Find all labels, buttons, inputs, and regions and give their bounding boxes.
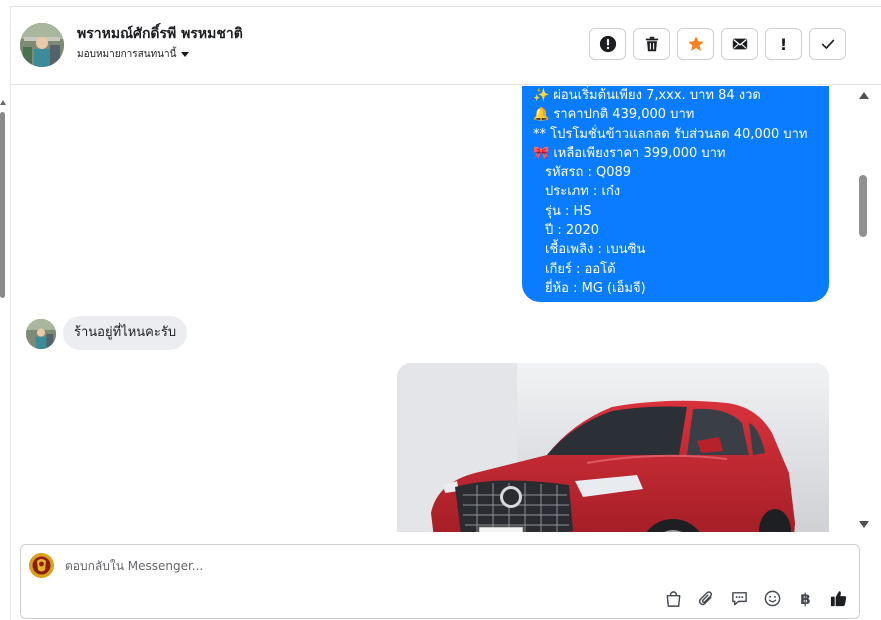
scrollbar-thumb[interactable]: [859, 175, 867, 237]
shop-button[interactable]: [663, 588, 684, 609]
car-photo: [397, 363, 829, 532]
message-line: ✨ ผ่อนเริ่มต้นเพียง 7,xxx. บาท 84 งวด: [533, 88, 761, 103]
delete-button[interactable]: [633, 28, 670, 60]
bag-icon: [666, 591, 681, 607]
spam-button[interactable]: [589, 28, 626, 60]
reply-composer: ฿: [20, 544, 860, 619]
saved-replies-icon: [732, 592, 747, 606]
assign-conversation-dropdown[interactable]: มอบหมายการสนทนานี้: [77, 47, 190, 62]
message-line: ** โปรโมชั่นข้าวแลกลด รับส่วนลด 40,000 บ…: [533, 126, 808, 142]
contact-name: พราหมณ์ศักดิ์รพี พรหมชาติ: [77, 26, 243, 42]
baht-icon: ฿: [800, 589, 811, 608]
message-line: เกียร์ : ออโต้: [545, 261, 616, 277]
envelope-icon: [732, 38, 747, 50]
page-avatar: [29, 553, 54, 578]
payment-button[interactable]: ฿: [795, 588, 816, 609]
attach-button[interactable]: [696, 588, 717, 609]
conversation-header: พราหมณ์ศักดิ์รพี พรหมชาติ มอบหมายการสนทน…: [11, 7, 881, 85]
scroll-up-arrow-icon[interactable]: [0, 100, 6, 105]
saved-replies-button[interactable]: [729, 588, 750, 609]
reply-input[interactable]: [65, 555, 625, 577]
like-button[interactable]: [828, 588, 849, 609]
exclamation-icon: !: [779, 34, 788, 54]
incoming-message-bubble[interactable]: ร้านอยู่ที่ไหนคะรับ: [63, 316, 188, 350]
conversation-scrollbar[interactable]: [857, 86, 871, 532]
conversation-actions: !: [589, 28, 846, 60]
message-line: เชื้อเพลิง : เบนซิน: [545, 242, 646, 258]
scroll-down-arrow-icon[interactable]: [859, 521, 869, 528]
mark-unread-button[interactable]: [721, 28, 758, 60]
scroll-up-arrow-icon[interactable]: [859, 92, 869, 99]
car-photo-attachment[interactable]: [397, 363, 829, 532]
paperclip-icon: [698, 591, 713, 606]
message-line: ประเภท : เก๋ง: [545, 184, 621, 200]
message-line: ยี่ห้อ : MG (เอ็มจี): [545, 280, 646, 296]
message-line: 🎀 เหลือเพียงราคา 399,000 บาท: [533, 145, 726, 161]
message-line: รุ่น : HS: [545, 203, 592, 219]
trash-icon: [645, 36, 658, 52]
message-line: ปี : 2020: [545, 223, 599, 239]
message-thread[interactable]: ✨ ผ่อนเริ่มต้นเพียง 7,xxx. บาท 84 งวด 🔔 …: [11, 86, 857, 532]
message-line: รหัสรถ : Q089: [545, 165, 632, 181]
star-button[interactable]: [677, 28, 714, 60]
composer-toolbar: ฿: [663, 588, 849, 609]
message-line: 🔔 ราคาปกติ 439,000 บาท: [533, 107, 695, 123]
caret-down-icon: [181, 52, 190, 57]
thumbs-up-icon: [830, 591, 847, 607]
check-icon: [821, 39, 834, 49]
emoji-button[interactable]: [762, 588, 783, 609]
scrollbar-thumb[interactable]: [0, 112, 5, 298]
left-scrollbar[interactable]: [0, 100, 6, 300]
sender-avatar[interactable]: [26, 319, 56, 349]
contact-avatar[interactable]: [20, 23, 64, 67]
alert-circle-icon: [599, 35, 616, 53]
inbox-conversation-panel: พราหมณ์ศักดิ์รพี พรหมชาติ มอบหมายการสนทน…: [0, 0, 881, 620]
follow-up-button[interactable]: !: [765, 28, 802, 60]
assign-label: มอบหมายการสนทนานี้: [77, 49, 177, 60]
mark-done-button[interactable]: [809, 28, 846, 60]
star-icon: [687, 36, 704, 51]
outgoing-message-bubble[interactable]: ✨ ผ่อนเริ่มต้นเพียง 7,xxx. บาท 84 งวด 🔔 …: [522, 86, 829, 302]
emoji-icon: [764, 590, 781, 607]
